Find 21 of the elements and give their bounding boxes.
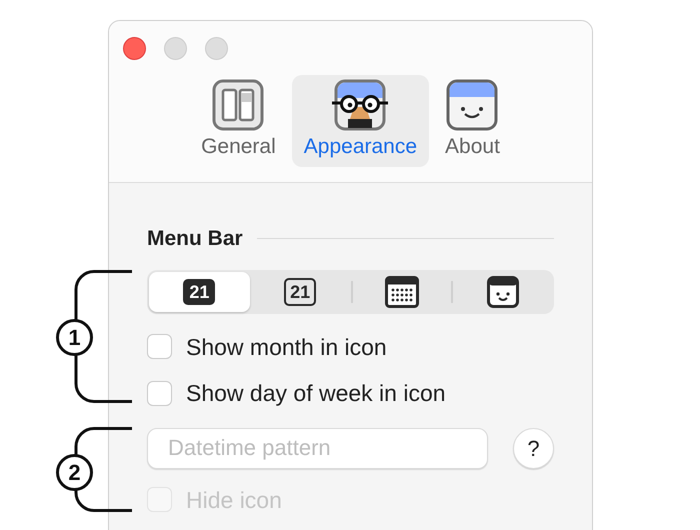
zoom-button[interactable] [205,37,228,60]
checkbox-label: Show day of week in icon [186,379,446,408]
toolbar-tab[interactable]: Appearance [292,75,430,167]
toggle-panel-icon [212,79,264,131]
help-button[interactable]: ? [513,428,554,468]
minimize-button[interactable] [164,37,187,60]
callout-number: 1 [56,319,93,356]
close-button[interactable] [123,37,146,60]
toolbar-tab[interactable]: About [433,75,512,167]
smiley-face-icon [486,276,519,308]
section-title: Menu Bar [147,226,243,252]
pattern-field[interactable]: Datetime pattern [147,428,488,468]
calendar-icon [384,276,419,308]
style-option[interactable]: 21 [250,272,350,312]
checkbox[interactable] [147,334,172,360]
checkbox[interactable] [147,380,172,406]
callout-number: 2 [56,454,93,491]
style-option[interactable]: 21 [149,272,250,312]
checkbox-label: Show month in icon [186,332,387,362]
toolbar-tab[interactable]: General [189,75,288,167]
smiley-face-icon [446,79,498,131]
